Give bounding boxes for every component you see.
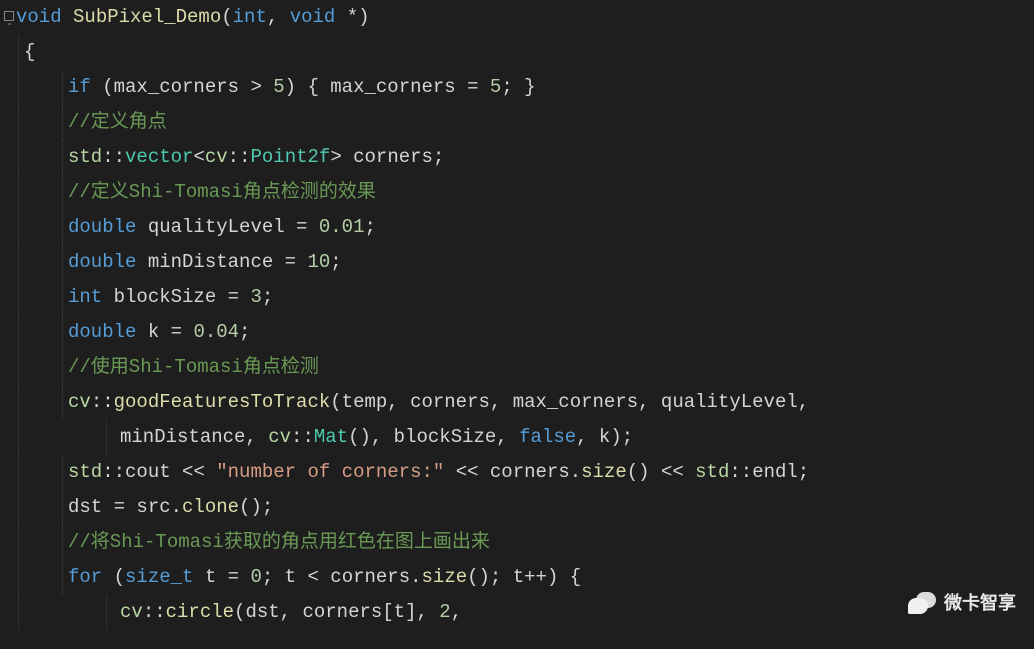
code-editor[interactable]: void SubPixel_Demo(int, void *) { if (ma…	[0, 0, 1034, 630]
code-line: for (size_t t = 0; t < corners.size(); t…	[0, 560, 1034, 595]
code-line: //定义Shi-Tomasi角点检测的效果	[0, 175, 1034, 210]
code-line: std::cout << "number of corners:" << cor…	[0, 455, 1034, 490]
code-line: double k = 0.04;	[0, 315, 1034, 350]
code-line: //将Shi-Tomasi获取的角点用红色在图上画出来	[0, 525, 1034, 560]
code-line: minDistance, cv::Mat(), blockSize, false…	[0, 420, 1034, 455]
wechat-icon	[908, 592, 936, 616]
code-line: cv::goodFeaturesToTrack(temp, corners, m…	[0, 385, 1034, 420]
fold-marker-icon[interactable]	[4, 11, 14, 21]
code-line: double minDistance = 10;	[0, 245, 1034, 280]
code-line: void SubPixel_Demo(int, void *)	[0, 0, 1034, 35]
code-line: if (max_corners > 5) { max_corners = 5; …	[0, 70, 1034, 105]
code-line: {	[0, 35, 1034, 70]
code-line: int blockSize = 3;	[0, 280, 1034, 315]
code-line: dst = src.clone();	[0, 490, 1034, 525]
watermark: 微卡智享	[908, 586, 1016, 621]
code-line: //定义角点	[0, 105, 1034, 140]
code-line: cv::circle(dst, corners[t], 2,	[0, 595, 1034, 630]
code-line: //使用Shi-Tomasi角点检测	[0, 350, 1034, 385]
code-line: double qualityLevel = 0.01;	[0, 210, 1034, 245]
watermark-text: 微卡智享	[944, 586, 1016, 621]
code-line: std::vector<cv::Point2f> corners;	[0, 140, 1034, 175]
